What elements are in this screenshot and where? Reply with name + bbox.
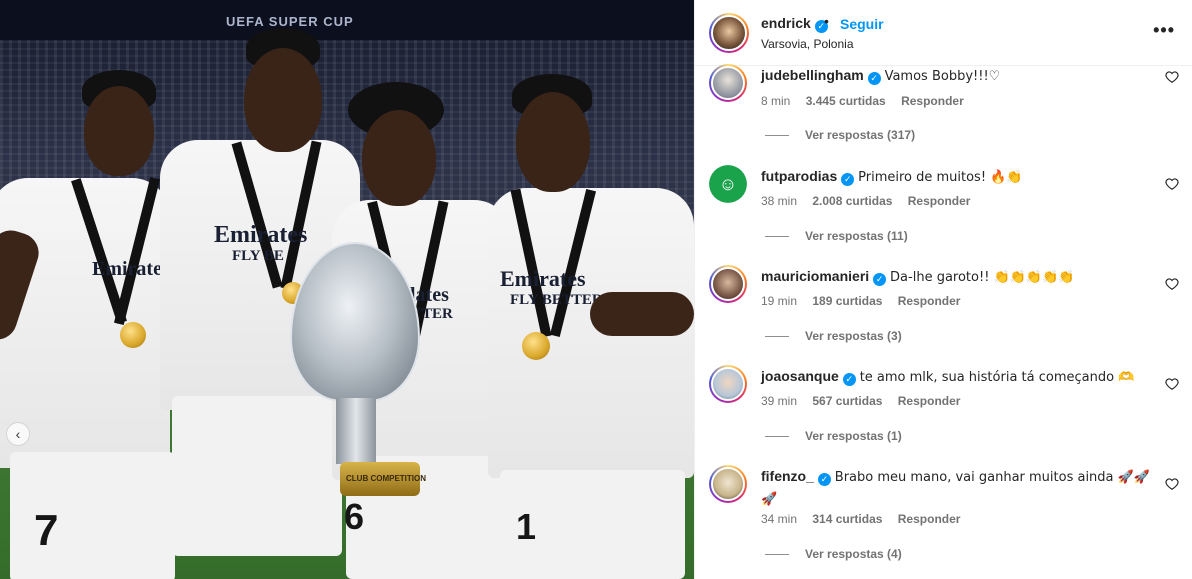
comment-avatar[interactable] — [709, 365, 747, 403]
post-header: endrick ✓ • Seguir Varsovia, Polonia ••• — [695, 0, 1192, 66]
comment-time: 39 min — [761, 394, 798, 408]
shorts-number-right: 1 — [516, 506, 537, 547]
comment-text: Primeiro de muitos! 🔥👏 — [858, 170, 1023, 185]
comment-body: fifenzo_ ✓ Brabo meu mano, vai ganhar mui… — [761, 466, 1151, 510]
comment-avatar[interactable] — [709, 465, 747, 503]
heart-icon[interactable] — [1165, 177, 1179, 191]
sponsor-text-2: Emirates — [214, 222, 308, 248]
sponsor-text-1: Emirates — [92, 258, 170, 280]
comment-meta: 39 min 567 curtidas Responder — [761, 394, 972, 408]
verified-badge-icon: ✓ — [817, 473, 831, 486]
post-photo[interactable]: UEFA SUPER CUP Emirates 7 Emirates FLY B… — [0, 0, 694, 579]
heart-icon[interactable] — [1165, 277, 1179, 291]
photo-banner-text: UEFA SUPER CUP — [226, 14, 354, 29]
comment-body: futparodias ✓ Primeiro de muitos! 🔥👏 — [761, 166, 1161, 188]
follow-button[interactable]: Seguir — [840, 16, 884, 32]
comment-meta: 38 min 2.008 curtidas Responder — [761, 194, 982, 208]
sponsor-sub-4: FLY BETTER — [510, 292, 603, 308]
comment-text: Vamos Bobby!!!♡ — [884, 69, 1001, 84]
comment-likes[interactable]: 314 curtidas — [812, 512, 882, 526]
view-replies-button[interactable]: Ver respostas (317) — [765, 128, 915, 142]
shorts-number-left: 7 — [34, 506, 59, 555]
chevron-left-icon[interactable]: ‹ — [6, 422, 30, 446]
comment-text: Da-lhe garoto!! 👏👏👏👏👏 — [890, 270, 1075, 285]
comment-time: 8 min — [761, 94, 791, 108]
comment-body: mauriciomanieri ✓ Da-lhe garoto!! 👏👏👏👏👏 — [761, 266, 1161, 288]
trophy-stem — [336, 398, 376, 464]
heart-icon[interactable] — [1165, 70, 1179, 84]
comment-likes[interactable]: 3.445 curtidas — [806, 94, 886, 108]
author-username[interactable]: endrick ✓ — [761, 15, 828, 33]
reply-button[interactable]: Responder — [901, 94, 964, 108]
author-avatar[interactable] — [709, 13, 749, 53]
view-replies-button[interactable]: Ver respostas (3) — [765, 329, 902, 343]
verified-badge-icon: ✓ — [867, 72, 881, 85]
comment-likes[interactable]: 567 curtidas — [812, 394, 882, 408]
sponsor-sub-2: FLY BE — [232, 248, 284, 264]
comment-time: 34 min — [761, 512, 798, 526]
comment-text: te amo mlk, sua história tá começando 🫶 — [859, 370, 1135, 385]
verified-badge-icon: ✓ — [841, 173, 855, 186]
comment-meta: 19 min 189 curtidas Responder — [761, 294, 972, 308]
heart-icon[interactable] — [1165, 377, 1179, 391]
view-replies-button[interactable]: Ver respostas (1) — [765, 429, 902, 443]
heart-icon[interactable] — [1165, 477, 1179, 491]
verified-badge-icon: ✓ — [842, 373, 856, 386]
comment-username[interactable]: futparodias — [761, 168, 837, 184]
comment-likes[interactable]: 189 curtidas — [812, 294, 882, 308]
reply-button[interactable]: Responder — [898, 512, 961, 526]
post-side-panel: endrick ✓ • Seguir Varsovia, Polonia ••• … — [694, 0, 1192, 579]
verified-badge-icon: ✓ — [873, 273, 887, 286]
sponsor-text-4: Emirates — [500, 266, 586, 291]
comment-avatar[interactable]: ☺ — [709, 165, 747, 203]
comment-avatar[interactable] — [709, 64, 747, 102]
more-options-icon[interactable]: ••• — [1153, 20, 1175, 41]
view-replies-button[interactable]: Ver respostas (11) — [765, 229, 908, 243]
trophy-label: CLUB COMPETITION — [346, 474, 426, 483]
comment-body: joaosanque ✓ te amo mlk, sua história tá … — [761, 366, 1161, 388]
reply-button[interactable]: Responder — [898, 394, 961, 408]
comment-username[interactable]: judebellingham — [761, 67, 864, 83]
comment-time: 19 min — [761, 294, 798, 308]
shorts-number-mid: 6 — [344, 496, 365, 537]
comment-username[interactable]: fifenzo_ — [761, 468, 814, 484]
comment-avatar[interactable] — [709, 265, 747, 303]
comment-likes[interactable]: 2.008 curtidas — [812, 194, 892, 208]
post-location[interactable]: Varsovia, Polonia — [761, 37, 854, 51]
header-separator: • — [824, 13, 829, 29]
comment-body: judebellingham ✓ Vamos Bobby!!!♡ — [761, 65, 1161, 87]
reply-button[interactable]: Responder — [908, 194, 971, 208]
reply-button[interactable]: Responder — [898, 294, 961, 308]
comment-username[interactable]: joaosanque — [761, 368, 839, 384]
comment-meta: 8 min 3.445 curtidas Responder — [761, 94, 976, 108]
view-replies-button[interactable]: Ver respostas (4) — [765, 547, 902, 561]
comment-username[interactable]: mauriciomanieri — [761, 268, 869, 284]
comment-time: 38 min — [761, 194, 798, 208]
comment-meta: 34 min 314 curtidas Responder — [761, 512, 972, 526]
